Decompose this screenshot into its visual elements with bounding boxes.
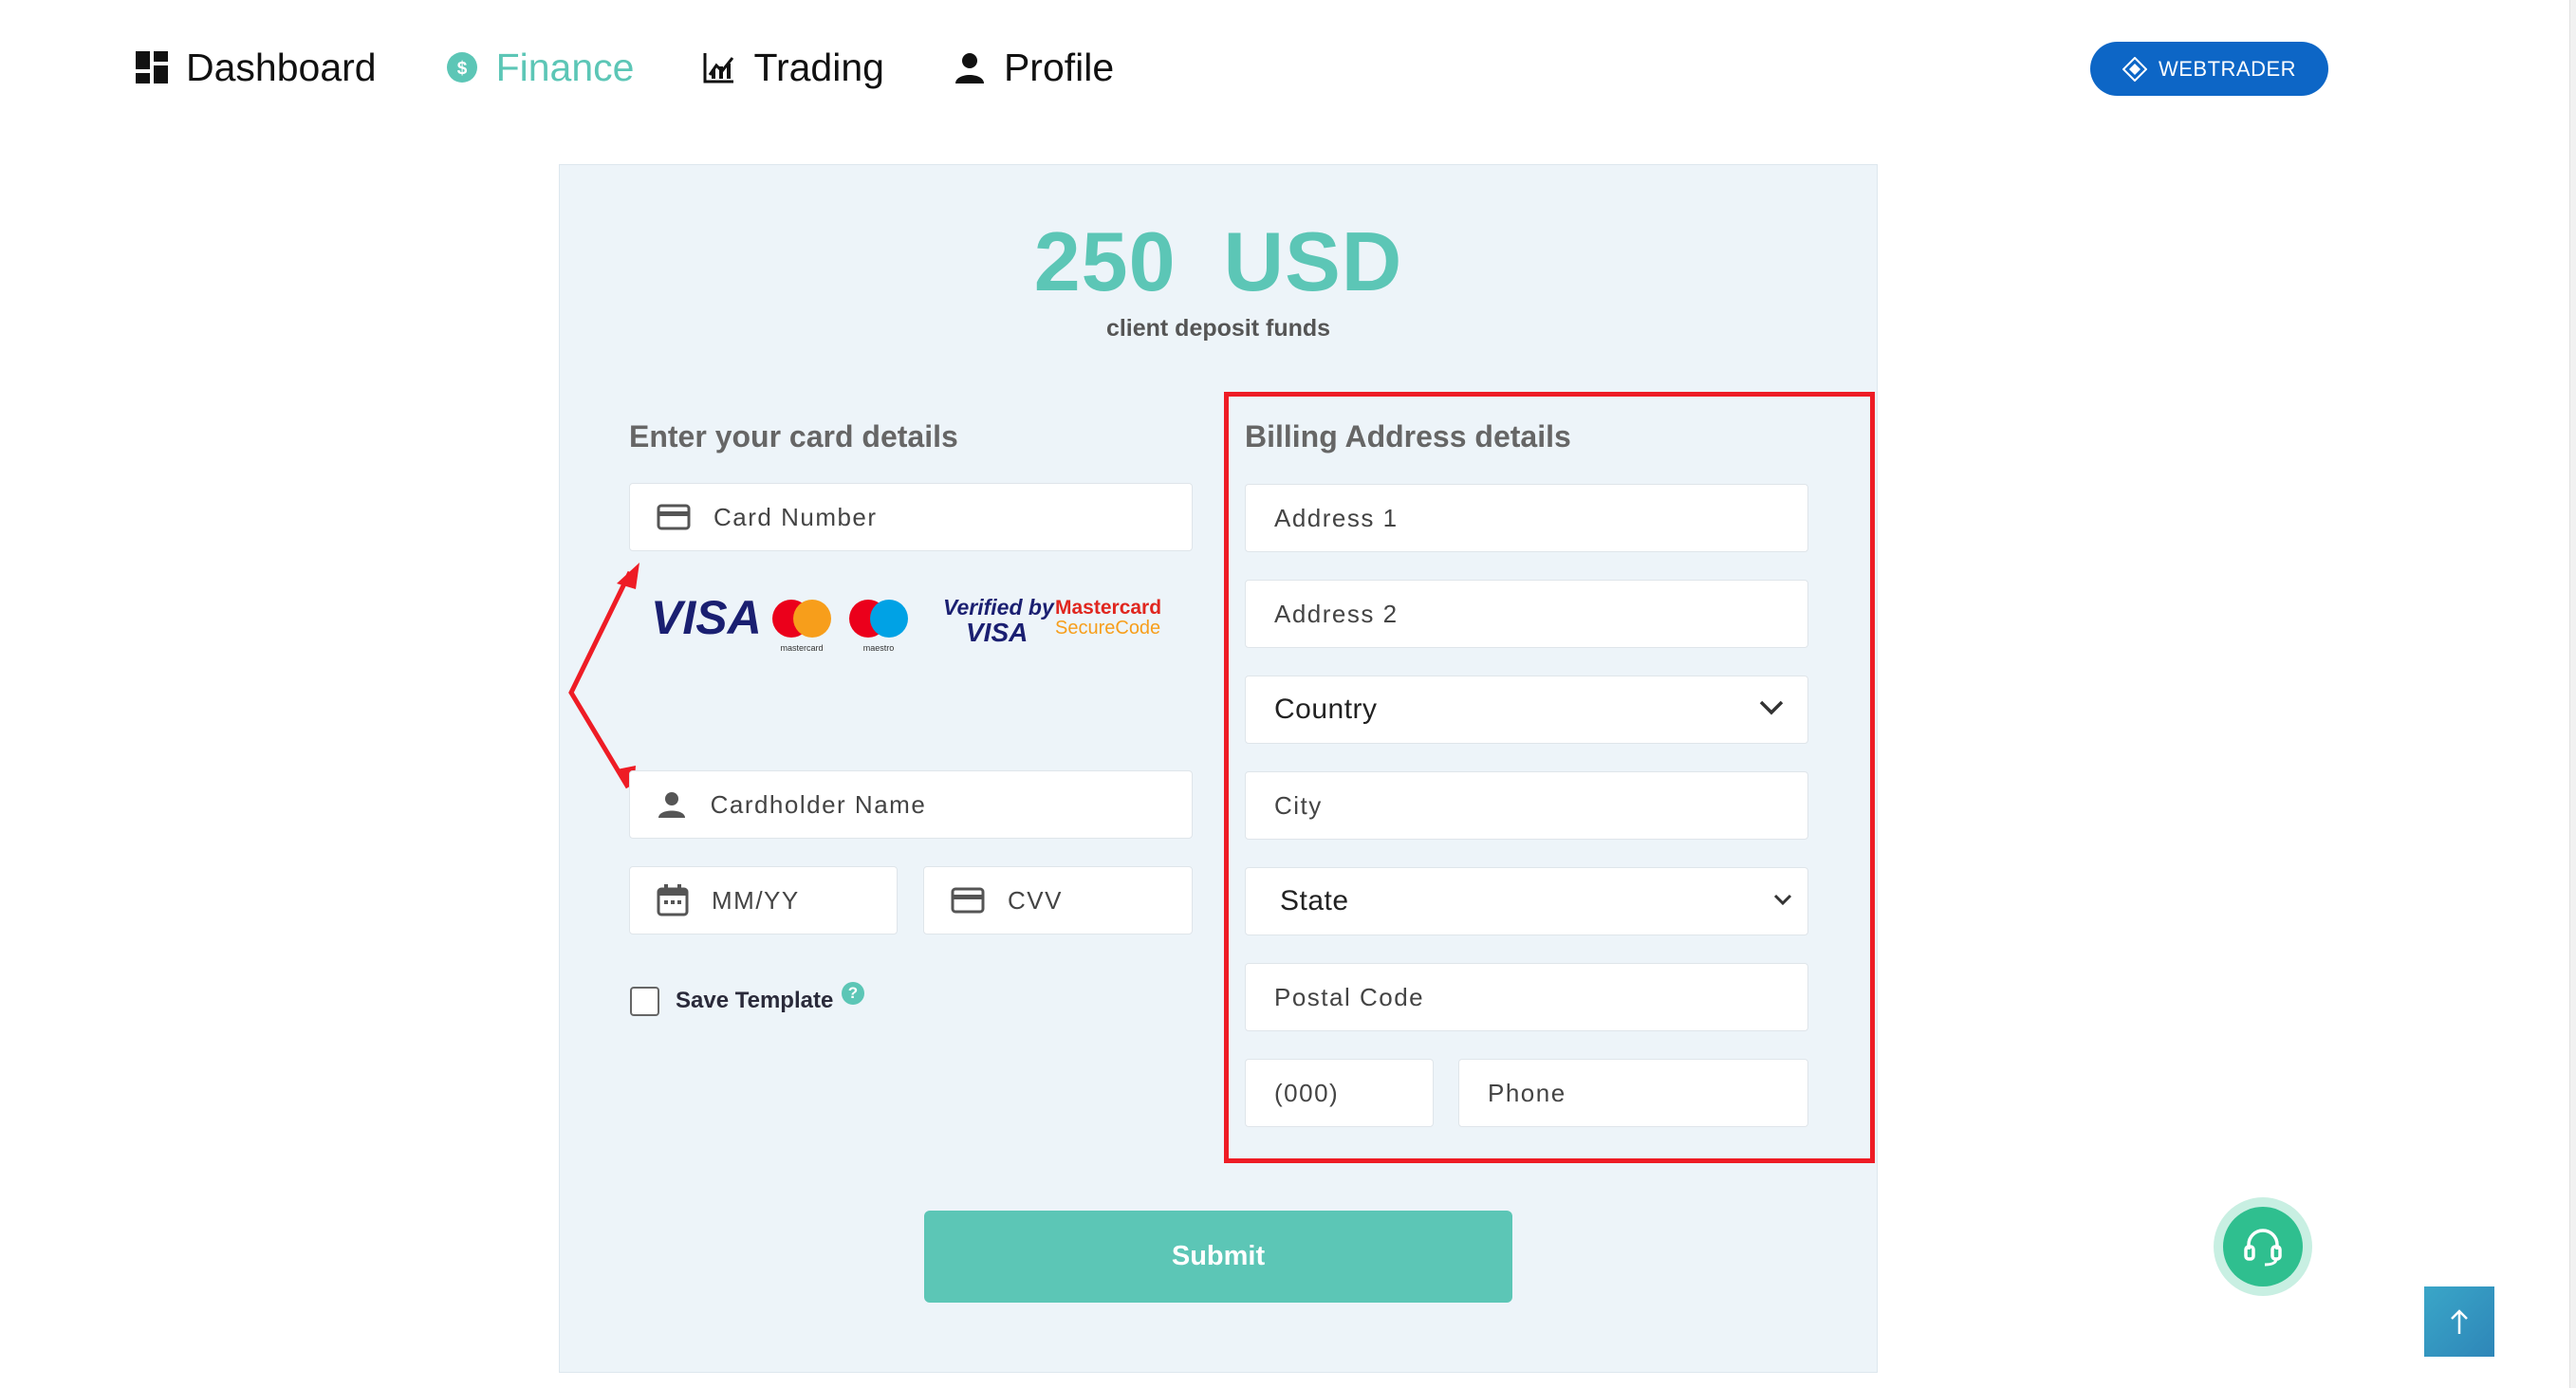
maestro-logo: maestro bbox=[863, 643, 895, 653]
card-number-field[interactable] bbox=[629, 483, 1193, 551]
credit-card-icon bbox=[657, 499, 691, 535]
nav-label-dashboard: Dashboard bbox=[186, 45, 377, 89]
chart-icon bbox=[700, 48, 738, 86]
verified-visa-text: VISA bbox=[966, 618, 1028, 647]
card-section-title: Enter your card details bbox=[629, 419, 958, 453]
webtrader-icon bbox=[2122, 56, 2147, 82]
mc-securecode-1: Mastercard bbox=[1055, 597, 1161, 619]
nav-item-dashboard[interactable]: Dashboard bbox=[133, 46, 377, 90]
help-icon[interactable]: ? bbox=[842, 982, 864, 1005]
cardholder-name-input[interactable] bbox=[710, 771, 1192, 838]
svg-text:$: $ bbox=[456, 59, 467, 79]
person-icon bbox=[657, 787, 688, 823]
annotation-arrows bbox=[568, 563, 639, 790]
nav-label-finance: Finance bbox=[495, 45, 635, 89]
cardholder-name-field[interactable] bbox=[629, 770, 1193, 839]
payment-logos-icon: VISA mastercard maestro Verified by VISA… bbox=[651, 591, 1161, 653]
nav-label-trading: Trading bbox=[753, 45, 884, 89]
arrow-up-icon bbox=[2451, 1309, 2468, 1334]
nav-item-finance[interactable]: $ Finance bbox=[443, 45, 635, 90]
cvv-field[interactable] bbox=[923, 866, 1193, 935]
verified-by-text: Verified by bbox=[943, 595, 1055, 620]
cvv-input[interactable] bbox=[1008, 867, 1192, 934]
webtrader-label: WEBTRADER bbox=[2158, 56, 2297, 81]
deposit-caption: client deposit funds bbox=[1105, 315, 1331, 342]
save-template-label[interactable]: Save Template bbox=[676, 988, 833, 1014]
support-chat-button[interactable] bbox=[2214, 1197, 2312, 1296]
mastercard-logo: mastercard bbox=[780, 643, 823, 653]
amount-currency: USD bbox=[1223, 214, 1403, 308]
expiry-field[interactable] bbox=[629, 866, 898, 935]
nav-item-profile[interactable]: Profile bbox=[951, 46, 1114, 90]
main-nav: Dashboard $ Finance Trading Profile bbox=[133, 44, 1180, 91]
save-template-checkbox[interactable] bbox=[630, 987, 659, 1016]
amount-value: 250 bbox=[1033, 214, 1177, 308]
billing-highlight-box bbox=[1224, 392, 1875, 1163]
deposit-amount: 250 USD bbox=[559, 213, 1878, 310]
headset-icon bbox=[2244, 1229, 2282, 1267]
page-scrollbar[interactable] bbox=[2569, 0, 2576, 1388]
card-logos: VISA mastercard maestro Verified by VISA… bbox=[651, 588, 1182, 655]
credit-card-icon bbox=[951, 882, 985, 918]
dashboard-icon bbox=[133, 48, 171, 86]
support-chat-inner bbox=[2223, 1207, 2303, 1286]
card-number-input[interactable] bbox=[713, 484, 1192, 550]
scroll-to-top-button[interactable] bbox=[2424, 1286, 2494, 1357]
nav-label-profile: Profile bbox=[1003, 45, 1115, 89]
nav-item-trading[interactable]: Trading bbox=[700, 46, 884, 90]
calendar-icon bbox=[657, 882, 689, 918]
expiry-input[interactable] bbox=[712, 867, 897, 934]
submit-button[interactable]: Submit bbox=[924, 1211, 1512, 1303]
webtrader-button[interactable]: WEBTRADER bbox=[2090, 42, 2328, 96]
dollar-coin-icon: $ bbox=[443, 48, 481, 86]
person-icon bbox=[951, 48, 989, 86]
mc-securecode-2: SecureCode bbox=[1055, 618, 1160, 638]
